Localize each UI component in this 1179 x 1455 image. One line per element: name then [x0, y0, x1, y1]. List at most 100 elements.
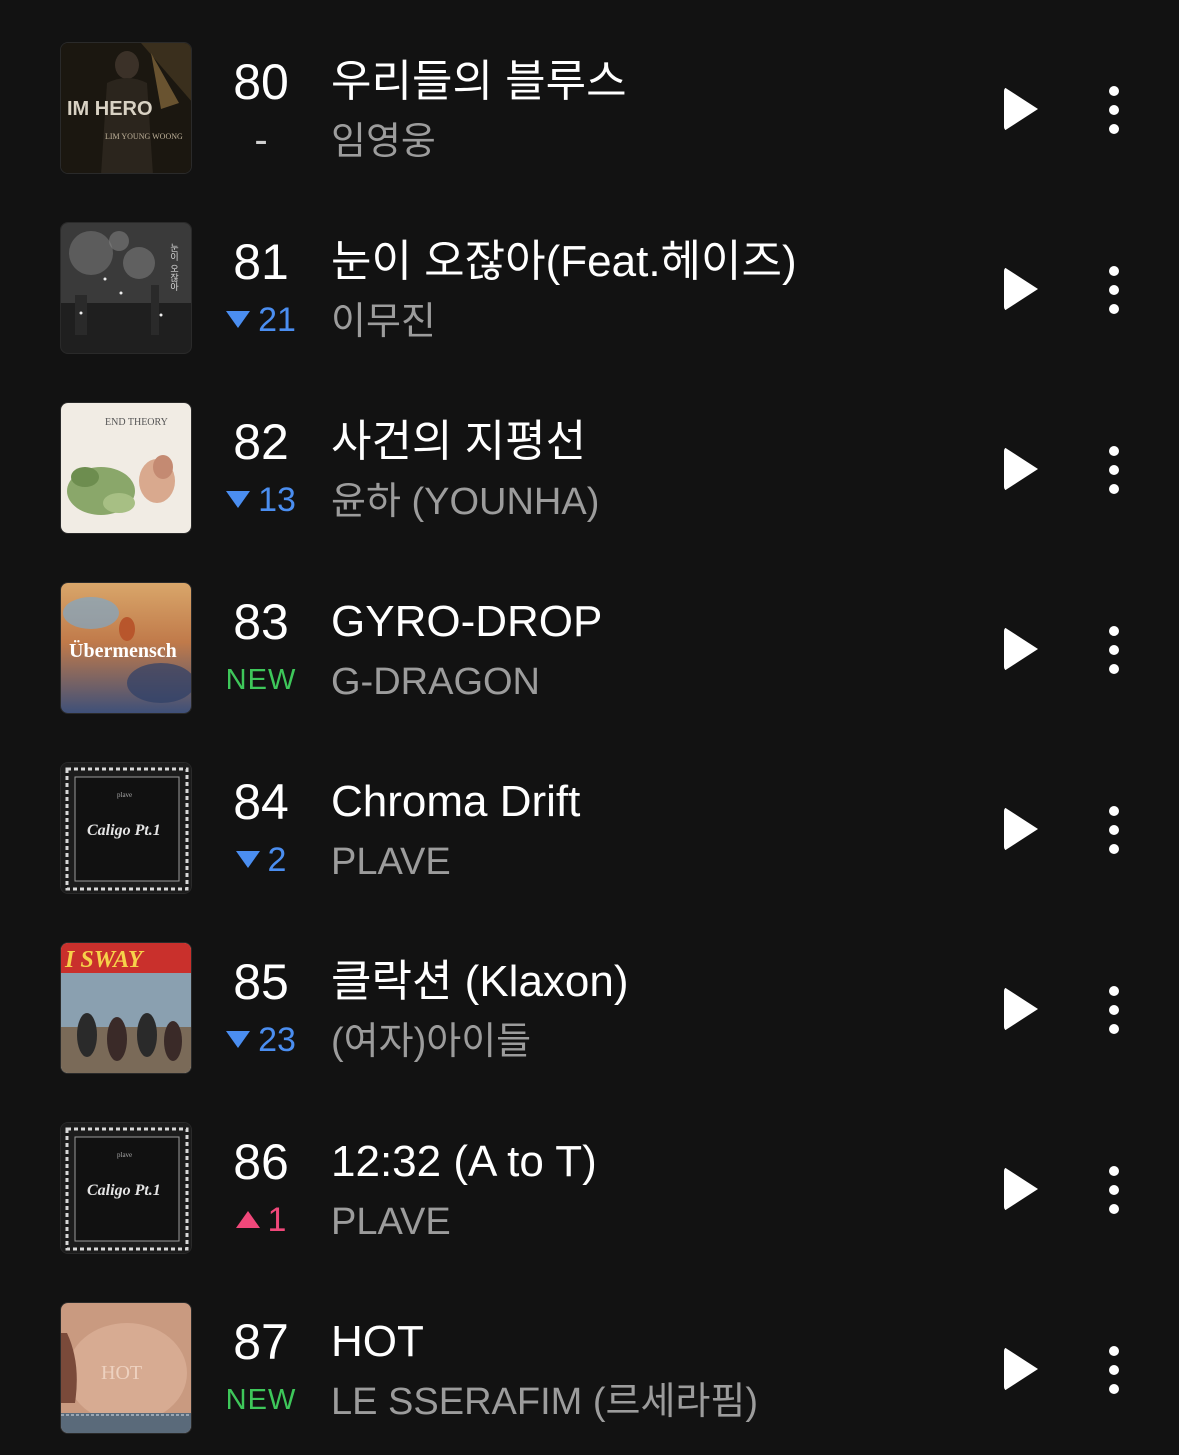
cover-brand: plave — [117, 1151, 132, 1159]
song-row[interactable]: 눈이 오잖아 81 21 눈이 오잖아(Feat.헤이즈) 이무진 — [0, 180, 1179, 360]
more-dot-icon — [1109, 1166, 1119, 1176]
more-options-button[interactable] — [1096, 1342, 1132, 1398]
more-dot-icon — [1109, 806, 1119, 816]
more-dot-icon — [1109, 465, 1119, 475]
play-icon — [1004, 1347, 1038, 1391]
song-title: 눈이 오잖아(Feat.헤이즈) — [331, 237, 797, 286]
more-dot-icon — [1109, 664, 1119, 674]
song-row[interactable]: plave Caligo Pt.1 86 1 12:32 (A to T) PL… — [0, 1080, 1179, 1260]
album-cover-i-sway[interactable]: I SWAY — [60, 942, 192, 1074]
album-cover-caligo[interactable]: plave Caligo Pt.1 — [60, 762, 192, 894]
play-icon — [1004, 447, 1038, 491]
more-dot-icon — [1109, 1024, 1119, 1034]
arrow-down-icon — [226, 490, 251, 508]
rank-change-value: 2 — [267, 841, 287, 879]
more-options-button[interactable] — [1096, 262, 1132, 318]
artist-name: G-DRAGON — [331, 661, 540, 703]
more-dot-icon — [1109, 1005, 1119, 1015]
song-row[interactable]: plave Caligo Pt.1 84 2 Chroma Drift PLAV… — [0, 720, 1179, 900]
play-button[interactable] — [992, 1340, 1052, 1398]
rank-number: 85 — [233, 954, 289, 1010]
album-cover-ubermensch[interactable]: Übermensch — [60, 582, 192, 714]
cover-text: 눈이 오잖아 — [168, 243, 178, 292]
more-options-button[interactable] — [1096, 982, 1132, 1038]
rank-change: 13 — [206, 478, 316, 522]
play-button[interactable] — [992, 980, 1052, 1038]
rank-change: 2 — [206, 838, 316, 882]
song-row[interactable]: Übermensch 83 NEW GYRO-DROP G-DRAGON — [0, 540, 1179, 720]
rank-change-value: 23 — [258, 1021, 296, 1059]
more-dot-icon — [1109, 105, 1119, 115]
rank-change-value: 21 — [258, 301, 296, 339]
more-dot-icon — [1109, 266, 1119, 276]
rank-change: 23 — [206, 1018, 316, 1062]
rank-change-value: - — [254, 118, 268, 162]
song-title: 12:32 (A to T) — [331, 1137, 597, 1186]
play-icon — [1004, 1167, 1038, 1211]
arrow-down-icon — [226, 310, 251, 328]
more-dot-icon — [1109, 1346, 1119, 1356]
more-dot-icon — [1109, 626, 1119, 636]
song-row[interactable]: IM HERO LIM YOUNG WOONG 80 - 우리들의 블루스 임영… — [0, 0, 1179, 180]
rank-change: 1 — [206, 1198, 316, 1242]
song-row[interactable]: END THEORY 82 13 사건의 지평선 윤하 (YOUNHA) — [0, 360, 1179, 540]
rank-change: - — [206, 118, 316, 162]
rank-number: 81 — [233, 234, 289, 290]
more-dot-icon — [1109, 1185, 1119, 1195]
rank-number: 84 — [233, 774, 289, 830]
more-options-button[interactable] — [1096, 802, 1132, 858]
rank-change: NEW — [206, 658, 316, 702]
cover-text: IM HERO — [67, 98, 153, 120]
play-button[interactable] — [992, 80, 1052, 138]
album-cover-end-theory[interactable]: END THEORY — [60, 402, 192, 534]
artist-name: 윤하 (YOUNHA) — [331, 481, 600, 523]
more-dot-icon — [1109, 304, 1119, 314]
album-cover-im-hero[interactable]: IM HERO LIM YOUNG WOONG — [60, 42, 192, 174]
artist-name: PLAVE — [331, 841, 451, 883]
more-dot-icon — [1109, 124, 1119, 134]
artist-name: 이무진 — [331, 301, 436, 343]
cover-text: Caligo Pt.1 — [87, 822, 161, 839]
album-cover-caligo[interactable]: plave Caligo Pt.1 — [60, 1122, 192, 1254]
play-button[interactable] — [992, 260, 1052, 318]
rank-number: 87 — [233, 1314, 289, 1370]
rank-number: 80 — [233, 54, 289, 110]
artist-name: PLAVE — [331, 1201, 451, 1243]
more-options-button[interactable] — [1096, 82, 1132, 138]
cover-text: Übermensch — [69, 639, 177, 662]
album-cover-snow[interactable]: 눈이 오잖아 — [60, 222, 192, 354]
more-options-button[interactable] — [1096, 442, 1132, 498]
new-badge: NEW — [225, 664, 297, 696]
song-row[interactable]: I SWAY 85 23 클락션 (Klaxon) (여자)아이들 — [0, 900, 1179, 1080]
song-row[interactable]: HOT 87 NEW HOT LE SSERAFIM (르세라핌) — [0, 1260, 1179, 1440]
song-title: HOT — [331, 1317, 424, 1366]
play-button[interactable] — [992, 440, 1052, 498]
rank-number: 83 — [233, 594, 289, 650]
arrow-down-icon — [226, 1030, 251, 1048]
play-icon — [1004, 807, 1038, 851]
play-icon — [1004, 627, 1038, 671]
more-dot-icon — [1109, 1365, 1119, 1375]
play-button[interactable] — [992, 800, 1052, 858]
rank-number: 82 — [233, 414, 289, 470]
play-icon — [1004, 267, 1038, 311]
cover-text: HOT — [101, 1362, 142, 1384]
artist-name: (여자)아이들 — [331, 1021, 532, 1063]
play-button[interactable] — [992, 620, 1052, 678]
song-title: 클락션 (Klaxon) — [331, 957, 629, 1006]
album-cover-hot[interactable]: HOT — [60, 1302, 192, 1434]
more-options-button[interactable] — [1096, 622, 1132, 678]
more-dot-icon — [1109, 86, 1119, 96]
more-dot-icon — [1109, 484, 1119, 494]
play-button[interactable] — [992, 1160, 1052, 1218]
song-title: Chroma Drift — [331, 777, 581, 826]
more-options-button[interactable] — [1096, 1162, 1132, 1218]
cover-brand: plave — [117, 791, 132, 799]
more-dot-icon — [1109, 285, 1119, 295]
cover-text: I SWAY — [64, 947, 145, 973]
more-dot-icon — [1109, 1384, 1119, 1394]
chart-list: IM HERO LIM YOUNG WOONG 80 - 우리들의 블루스 임영… — [0, 0, 1179, 1455]
cover-text: Caligo Pt.1 — [87, 1182, 161, 1199]
artist-name: 임영웅 — [331, 121, 436, 163]
cover-text: END THEORY — [105, 417, 168, 428]
